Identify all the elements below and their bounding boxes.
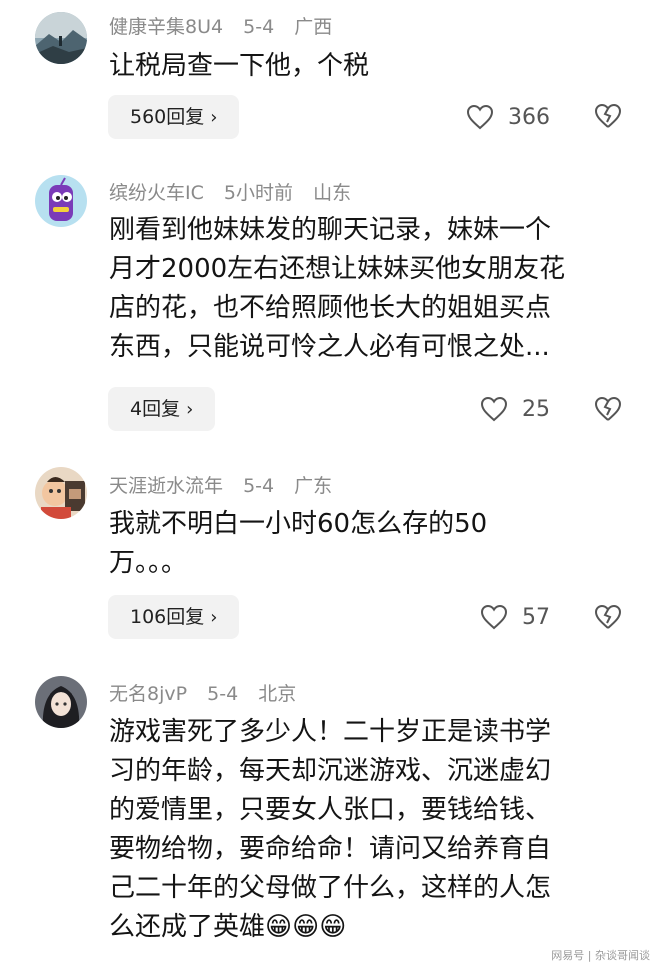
broken-heart-icon [594,604,622,629]
grinning-emoji-icon: 😁😁😁 [265,912,347,942]
username[interactable]: 无名8jvP [109,683,187,705]
comment-location: 广西 [294,16,333,38]
dislike-button[interactable] [594,396,622,426]
dislike-button[interactable] [594,604,622,634]
comment-location: 山东 [313,182,352,204]
chevron-right-icon: › [210,607,218,628]
username[interactable]: 天涯逝水流年 [109,475,223,497]
chevron-right-icon: › [186,399,194,420]
comment-line: 万。。。 [109,548,188,578]
like-count: 366 [508,104,550,130]
like-button[interactable]: 366 [466,95,550,139]
watermark: 网易号 | 杂谈哥闻谈 [551,949,650,962]
comment-date: 5小时前 [223,182,294,204]
view-replies-button[interactable]: 560回复 › [108,95,240,139]
landscape-avatar-icon[interactable] [35,12,87,64]
comment-location: 北京 [258,683,297,705]
like-button[interactable]: 57 [480,595,550,639]
comment-date: 5-4 [207,683,239,705]
heart-icon [480,604,508,630]
comment-line: 要物给物，要命给命！请问又给养育自 [109,834,552,864]
comment-text: 刚看到他妹妹发的聊天记录，妹妹一个 月才2000左右还想让妹妹买他女朋友花 店的… [109,211,629,367]
comment-line: 的爱情里，只要女人张口，要钱给钱、 [109,795,552,825]
comment-last-line: 么还成了英雄😁😁😁 [109,908,629,947]
comment-line: 己二十年的父母做了什么，这样的人怎 [109,873,552,903]
comment-location: 广东 [294,475,333,497]
username[interactable]: 缤纷火车IC [109,182,204,204]
comment-text: 我就不明白一小时60怎么存的50 万。。。 [109,505,629,583]
comment-line: 刚看到他妹妹发的聊天记录，妹妹一个 [109,215,552,245]
heart-icon [480,396,508,422]
purple-cartoon-avatar-icon[interactable] [35,175,87,227]
comment-line: 月才2000左右还想让妹妹买他女朋友花 [109,254,566,284]
comment-line: 习的年龄，每天却沉迷游戏、沉迷虚幻 [109,756,552,786]
heart-icon [466,104,494,130]
comment-line: 么还成了英雄 [109,912,266,942]
reply-count: 4回复 [130,398,181,420]
view-replies-button[interactable]: 4回复 › [108,387,216,431]
reply-count: 560回复 [130,106,205,128]
broken-heart-icon [594,103,622,128]
comment-line: 我就不明白一小时60怎么存的50 [109,509,488,539]
username[interactable]: 健康辛集8U4 [109,16,223,38]
comment-text: 让税局查一下他，个税 [109,47,629,86]
chevron-right-icon: › [210,107,218,128]
comment-text: 游戏害死了多少人！二十岁正是读书学 习的年龄，每天却沉迷游戏、沉迷虚幻 的爱情里… [109,713,629,947]
comment-line: 东西，只能说可怜之人必有可恨之处... [109,332,550,362]
comment-meta: 天涯逝水流年 5-4 广东 [109,471,346,498]
comment-date: 5-4 [243,16,275,38]
like-button[interactable]: 25 [480,387,550,431]
child-photo-avatar-icon[interactable] [35,467,87,519]
like-count: 57 [522,604,550,630]
view-replies-button[interactable]: 106回复 › [108,595,240,639]
anime-girl-avatar-icon[interactable] [35,676,87,728]
reply-count: 106回复 [130,606,205,628]
broken-heart-icon [594,396,622,421]
dislike-button[interactable] [594,103,622,133]
comment-line: 让税局查一下他，个税 [109,51,370,81]
comment-line: 游戏害死了多少人！二十岁正是读书学 [109,717,552,747]
comment-date: 5-4 [243,475,275,497]
comment-meta: 无名8jvP 5-4 北京 [109,679,310,706]
like-count: 25 [522,396,550,422]
comment-meta: 缤纷火车IC 5小时前 山东 [109,178,365,205]
comment-line: 店的花，也不给照顾他长大的姐姐买点 [109,293,552,323]
comment-meta: 健康辛集8U4 5-4 广西 [109,12,346,39]
